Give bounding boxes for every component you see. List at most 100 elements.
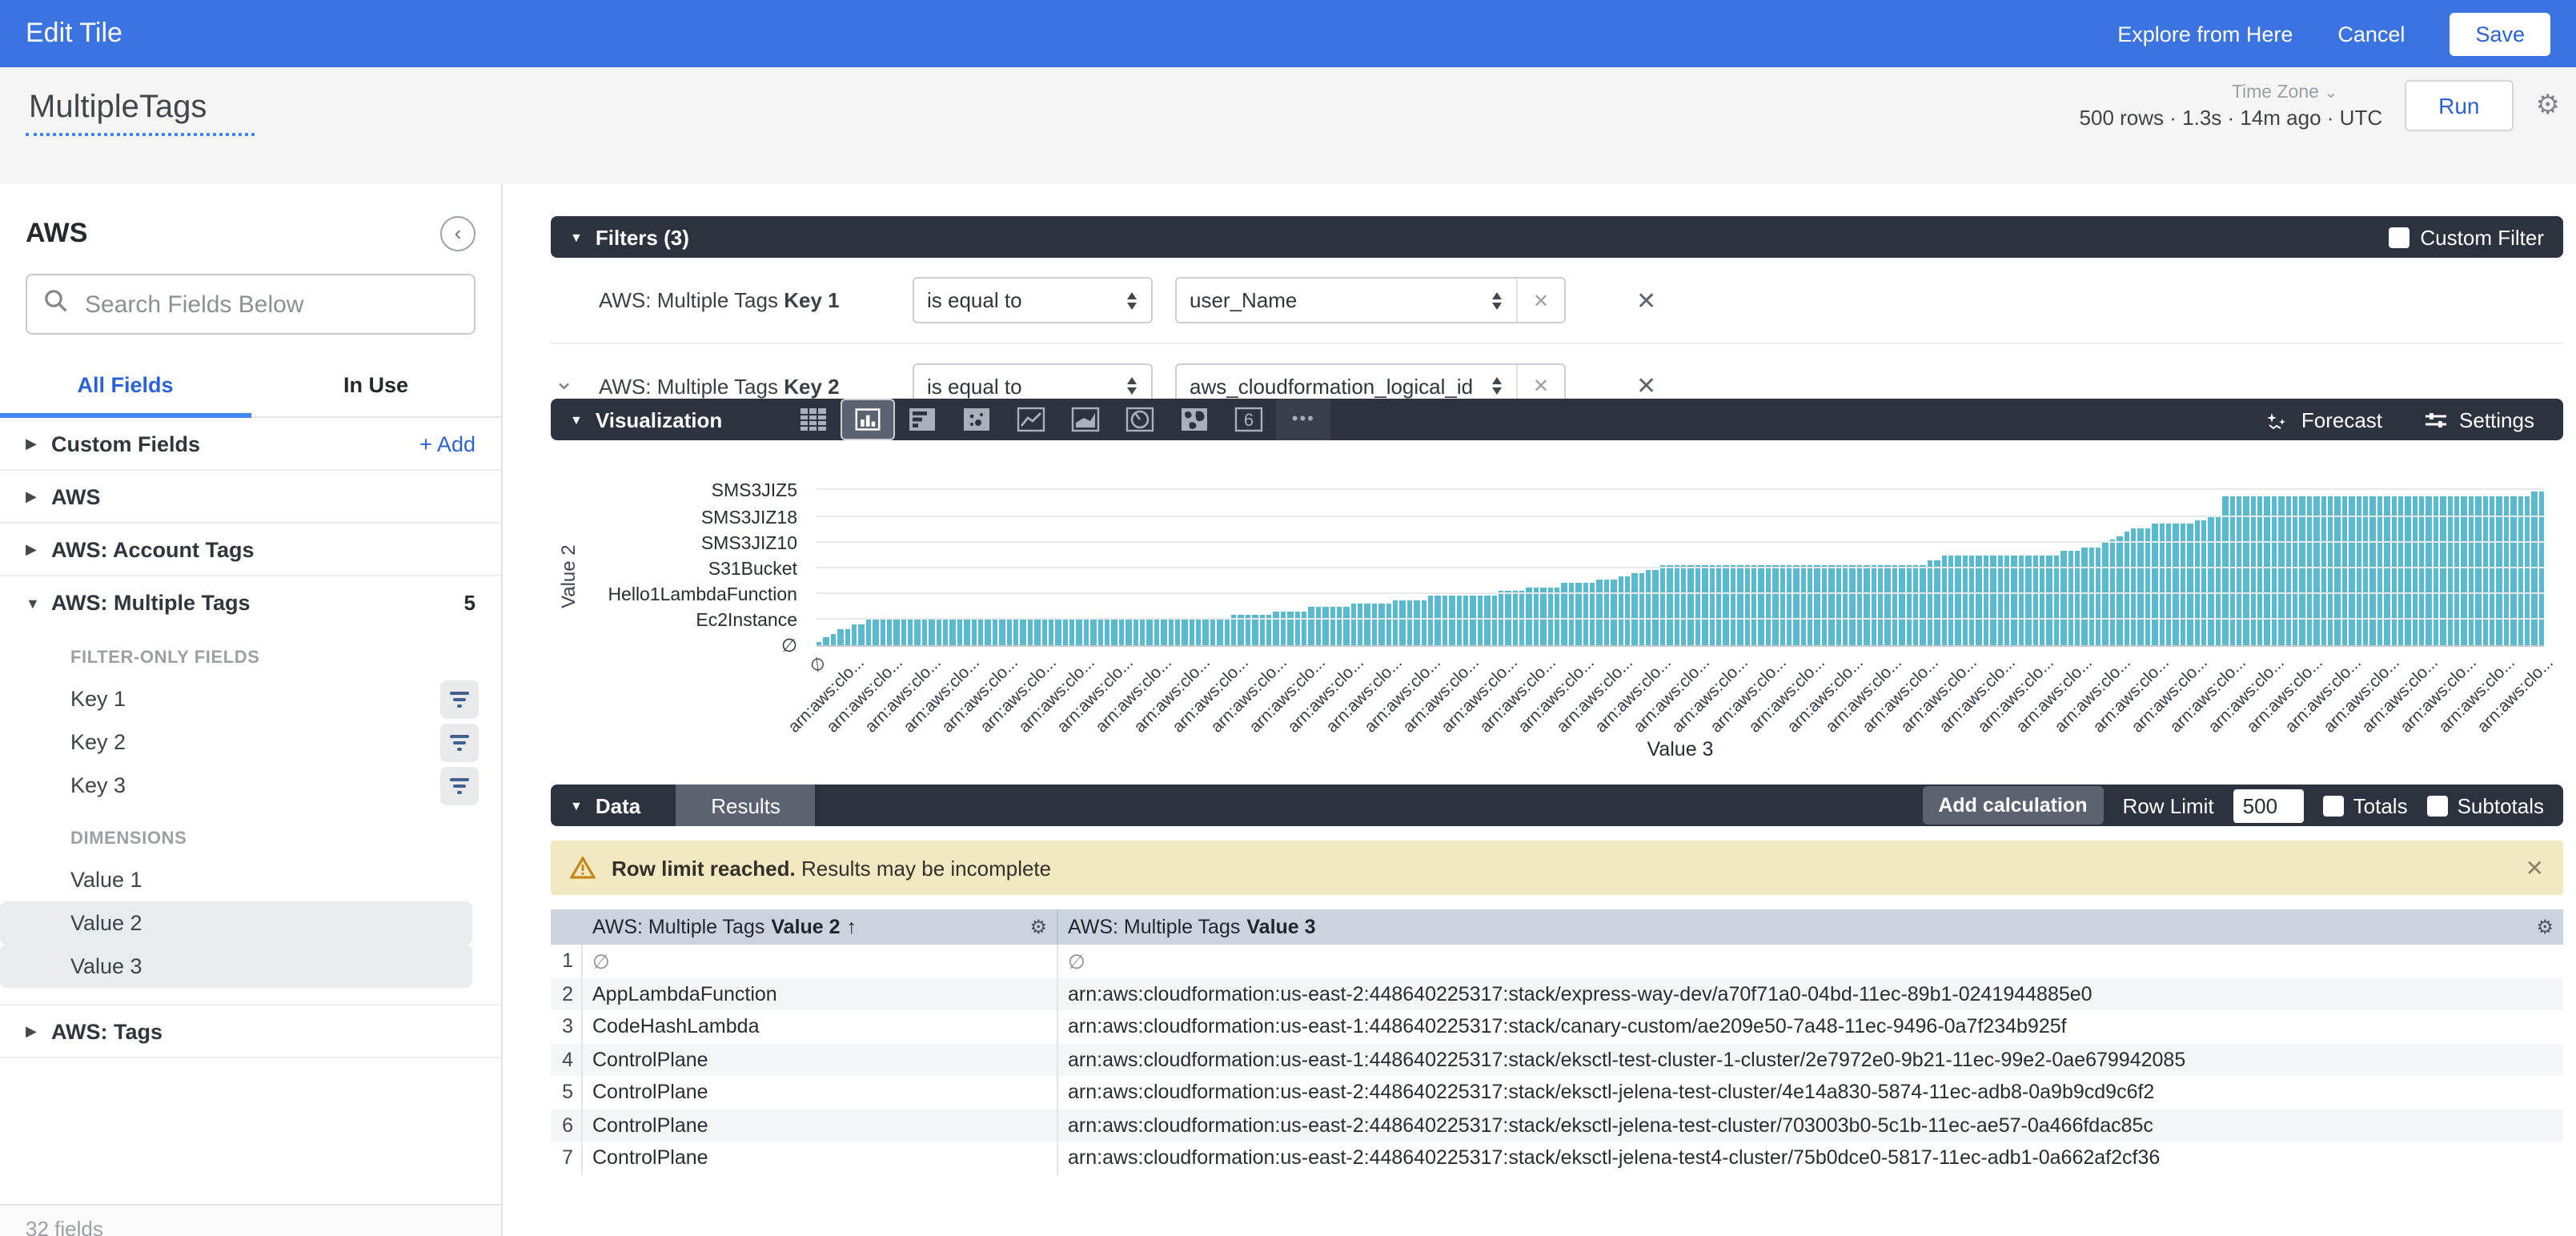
chart-bar[interactable] <box>2215 516 2221 645</box>
chart-bar[interactable] <box>2103 544 2109 645</box>
run-button[interactable]: Run <box>2405 80 2513 131</box>
chart-bar[interactable] <box>1667 565 1673 645</box>
chart-bar[interactable] <box>1400 600 1406 645</box>
remove-filter-icon[interactable]: ✕ <box>1636 371 1656 399</box>
filter-by-field-icon[interactable] <box>440 680 479 718</box>
chart-bar[interactable] <box>964 620 969 645</box>
chart-bar[interactable] <box>957 620 963 645</box>
cell-value-3[interactable]: arn:aws:cloudformation:us-east-1:4486402… <box>1058 1016 2563 1038</box>
chart-bar[interactable] <box>1864 565 1869 645</box>
chart-bar[interactable] <box>1049 620 1054 645</box>
chart-bar[interactable] <box>2419 497 2425 645</box>
chart-bar[interactable] <box>1857 565 1863 645</box>
chart-bar[interactable] <box>922 620 928 645</box>
chart-bar[interactable] <box>1189 620 1194 645</box>
chart-bar[interactable] <box>1210 620 1216 645</box>
chart-bar[interactable] <box>1899 565 1904 645</box>
chart-bar[interactable] <box>2082 548 2088 645</box>
chart-bar[interactable] <box>1449 595 1455 645</box>
add-custom-field-button[interactable]: + Add <box>419 431 475 455</box>
chart-bar[interactable] <box>1547 588 1553 645</box>
chart-bar[interactable] <box>1344 608 1350 645</box>
clear-value-icon[interactable]: ✕ <box>1516 279 1564 322</box>
chart-bar[interactable] <box>929 620 935 645</box>
viz-line-icon[interactable] <box>1004 399 1058 440</box>
chart-bar[interactable] <box>1133 620 1138 645</box>
sidebar-item-aws-account-tags[interactable]: ▶ AWS: Account Tags <box>0 524 501 576</box>
chart-bar[interactable] <box>1765 565 1771 645</box>
chart-bar[interactable] <box>2047 555 2052 645</box>
chart-bar[interactable] <box>1154 620 1160 645</box>
cell-value-3[interactable]: arn:aws:cloudformation:us-east-2:4486402… <box>1058 1147 2563 1170</box>
query-title[interactable]: MultipleTags <box>26 90 255 136</box>
chart-bar[interactable] <box>1716 565 1722 645</box>
chart-bar[interactable] <box>1119 620 1125 645</box>
chart-bar[interactable] <box>2525 497 2530 645</box>
viz-single-value-icon[interactable]: 6 <box>1222 399 1276 440</box>
chart-bar[interactable] <box>2237 497 2242 645</box>
chart-bar[interactable] <box>1597 580 1603 645</box>
chart-bar[interactable] <box>943 620 949 645</box>
chart-bar[interactable] <box>2124 532 2129 645</box>
chart-bar[interactable] <box>2504 497 2510 645</box>
chart-bar[interactable] <box>1997 555 2003 645</box>
chart-bar[interactable] <box>2096 548 2101 645</box>
chart-bar[interactable] <box>901 620 906 645</box>
field-search-box[interactable] <box>26 274 475 335</box>
chart-bar[interactable] <box>1941 555 1947 645</box>
chart-bar[interactable] <box>2426 497 2432 645</box>
chart-bar[interactable] <box>1723 565 1729 645</box>
chart-bar[interactable] <box>2131 528 2137 646</box>
chart-bar[interactable] <box>2250 497 2256 645</box>
chart-bar[interactable] <box>1414 600 1419 645</box>
viz-settings-button[interactable]: Settings <box>2424 407 2534 431</box>
chart-bar[interactable] <box>2229 497 2235 645</box>
save-button[interactable]: Save <box>2450 12 2550 55</box>
chart-bar[interactable] <box>1759 565 1764 645</box>
chart-bar[interactable] <box>1274 612 1279 646</box>
chart-bar[interactable] <box>1161 620 1166 645</box>
viz-map-icon[interactable] <box>1167 399 1222 440</box>
filters-header-bar[interactable]: ▼ Filters (3) Custom Filter <box>551 216 2563 258</box>
chart-bar[interactable] <box>2222 497 2228 645</box>
gear-icon[interactable]: ⚙ <box>2536 90 2561 122</box>
chart-bar[interactable] <box>2285 497 2291 645</box>
chart-bar[interactable] <box>1990 555 1996 645</box>
chart-bar[interactable] <box>2469 497 2474 645</box>
chart-bar[interactable] <box>1674 565 1679 645</box>
chart-bar[interactable] <box>1534 588 1539 645</box>
chart-bar[interactable] <box>1632 573 1638 645</box>
filter-by-field-icon[interactable] <box>440 723 479 761</box>
remove-filter-icon[interactable]: ✕ <box>1636 286 1656 315</box>
chart-bar[interactable] <box>2434 497 2439 645</box>
chart-bar[interactable] <box>1477 595 1483 645</box>
chevron-down-icon[interactable]: ⌄ <box>554 367 574 395</box>
chart-bar[interactable] <box>2342 497 2348 645</box>
chart-bar[interactable] <box>985 620 991 645</box>
chart-bar[interactable] <box>1027 620 1033 645</box>
dismiss-warning-icon[interactable]: ✕ <box>2526 854 2544 881</box>
chart-bar[interactable] <box>1021 620 1026 645</box>
chart-bar[interactable] <box>1281 612 1286 646</box>
chart-bar[interactable] <box>1934 560 1940 645</box>
chart-bar[interactable] <box>1006 620 1012 645</box>
chart-bar[interactable] <box>1407 600 1413 645</box>
cell-value-3[interactable]: arn:aws:cloudformation:us-east-2:4486402… <box>1058 1114 2563 1137</box>
chart-bar[interactable] <box>1984 555 1989 645</box>
chart-bar[interactable] <box>1062 620 1068 645</box>
sidebar-item-custom-fields[interactable]: ▶ Custom Fields + Add <box>0 418 501 471</box>
chart-bar[interactable] <box>1125 620 1131 645</box>
column-gear-icon[interactable]: ⚙ <box>1029 916 1047 938</box>
data-header-bar[interactable]: ▼ Data Results Add calculation Row Limit… <box>551 785 2563 826</box>
chart-bar[interactable] <box>1772 565 1778 645</box>
chart-bar[interactable] <box>837 630 843 645</box>
viz-scatter-icon[interactable] <box>949 399 1004 440</box>
chart-bar[interactable] <box>1372 604 1378 646</box>
clear-value-icon[interactable]: ✕ <box>1516 364 1564 399</box>
custom-filter-toggle[interactable]: Custom Filter <box>2388 225 2544 249</box>
forecast-button[interactable]: Forecast <box>2266 407 2382 431</box>
chart-bar[interactable] <box>1800 565 1806 645</box>
chart-bar[interactable] <box>1956 555 1961 645</box>
chart-bar[interactable] <box>2075 552 2080 646</box>
chart-bar[interactable] <box>1322 608 1328 645</box>
